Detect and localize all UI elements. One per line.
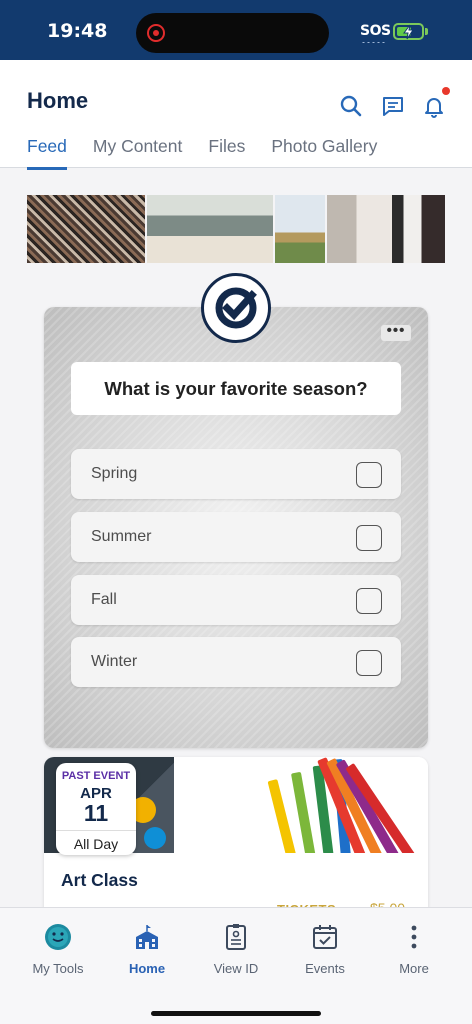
- poll-card: ••• What is your favorite season? Spring…: [44, 307, 428, 748]
- checkmark-circle-icon: [201, 273, 271, 343]
- signal-dots-icon: [361, 41, 385, 44]
- notification-dot: [442, 87, 450, 95]
- more-vertical-icon: [399, 922, 429, 952]
- messages-icon[interactable]: [381, 94, 405, 118]
- nav-home[interactable]: Home: [103, 922, 191, 976]
- battery-cap: [425, 28, 428, 35]
- status-time: 19:48: [47, 20, 108, 42]
- photo-classroom[interactable]: [147, 195, 273, 263]
- tab-feed[interactable]: Feed: [27, 136, 67, 170]
- nav-label: My Tools: [32, 961, 84, 976]
- nav-my-tools[interactable]: My Tools: [14, 922, 102, 976]
- app-header: Home Feed My Content Files Photo Gallery: [0, 60, 472, 170]
- tab-photo-gallery[interactable]: Photo Gallery: [271, 136, 377, 170]
- my-tools-icon: [43, 922, 73, 952]
- photo-students-crowd[interactable]: [27, 195, 145, 263]
- checkbox[interactable]: [356, 650, 382, 676]
- bell-icon[interactable]: [422, 94, 446, 118]
- nav-more[interactable]: More: [370, 922, 458, 976]
- nav-view-id[interactable]: View ID: [192, 922, 280, 976]
- checkbox[interactable]: [356, 588, 382, 614]
- nav-label: Events: [305, 961, 345, 976]
- poll-option-winter[interactable]: Winter: [71, 637, 401, 687]
- battery-charging-icon: [393, 23, 424, 40]
- event-card[interactable]: PAST EVENT APR 11 All Day Art Class TICK…: [44, 757, 428, 917]
- calendar-check-icon: [310, 922, 340, 952]
- nav-label: View ID: [213, 961, 259, 976]
- nav-events[interactable]: Events: [281, 922, 369, 976]
- past-event-label: PAST EVENT: [61, 770, 131, 782]
- poll-option-fall[interactable]: Fall: [71, 575, 401, 625]
- photo-strip: [27, 195, 445, 263]
- poll-option-spring[interactable]: Spring: [71, 449, 401, 499]
- tab-bar: Feed My Content Files Photo Gallery: [27, 136, 403, 170]
- more-options-button[interactable]: •••: [381, 323, 411, 341]
- poll-option-label: Spring: [91, 465, 138, 482]
- poll-option-label: Summer: [91, 528, 152, 545]
- event-title: Art Class: [61, 870, 138, 890]
- carrier-label: SOS: [360, 23, 391, 39]
- nav-label: More: [399, 961, 429, 976]
- nav-label: Home: [128, 961, 166, 976]
- tab-files[interactable]: Files: [208, 136, 245, 170]
- poll-option-label: Fall: [91, 591, 117, 608]
- event-date-badge: PAST EVENT APR 11 All Day: [56, 763, 136, 855]
- home-indicator[interactable]: [151, 1011, 321, 1016]
- status-bar: 19:48 SOS: [0, 0, 472, 60]
- screen-recording-icon: [147, 24, 165, 42]
- page-title: Home: [27, 88, 89, 113]
- poll-question: What is your favorite season?: [71, 362, 401, 415]
- bottom-nav: My Tools Home View ID Events More: [0, 907, 472, 1024]
- checkbox[interactable]: [356, 525, 382, 551]
- poll-option-summer[interactable]: Summer: [71, 512, 401, 562]
- checkbox[interactable]: [356, 462, 382, 488]
- paint-dot: [144, 827, 166, 849]
- photo-field[interactable]: [275, 195, 325, 263]
- poll-option-label: Winter: [91, 653, 138, 670]
- photo-volleyball[interactable]: [327, 195, 445, 263]
- id-badge-icon: [221, 922, 251, 952]
- event-day: 11: [83, 800, 109, 826]
- tab-my-content[interactable]: My Content: [93, 136, 182, 170]
- event-time: All Day: [56, 830, 136, 852]
- search-icon[interactable]: [339, 94, 363, 118]
- school-building-icon: [132, 922, 162, 952]
